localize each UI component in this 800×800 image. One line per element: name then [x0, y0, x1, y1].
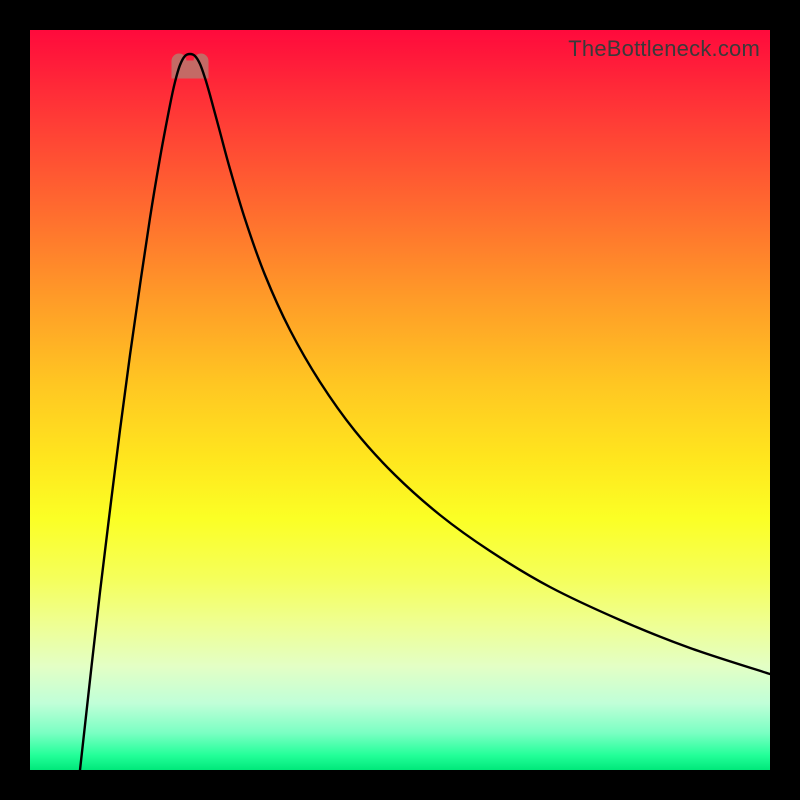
chart-svg — [30, 30, 770, 770]
attribution-watermark: TheBottleneck.com — [568, 36, 760, 62]
bottleneck-curve — [80, 54, 770, 770]
chart-plot-area: TheBottleneck.com — [30, 30, 770, 770]
